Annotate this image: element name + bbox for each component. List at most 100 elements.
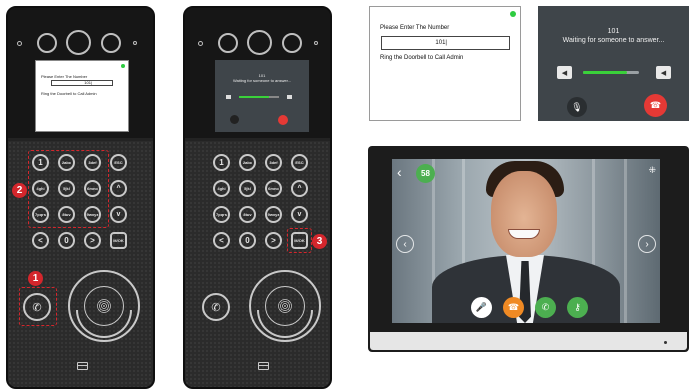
key-left[interactable]: < xyxy=(213,232,230,249)
entry-prompt: Please Enter The Number xyxy=(380,25,450,31)
keypad-highlight xyxy=(28,150,109,228)
mic-off-icon: 🎙 xyxy=(571,101,583,112)
video-feed: ‹ 58 ⁜ ‹ › 🎤 ☎ ✆ ⚷ xyxy=(392,159,660,323)
number-input[interactable]: 101| xyxy=(51,80,113,86)
call-number: 101 xyxy=(607,28,620,35)
key-6[interactable]: 6mno xyxy=(265,180,282,197)
call-status: Waiting for someone to answer... xyxy=(562,37,665,44)
hangup-button[interactable] xyxy=(278,115,288,125)
next-camera-icon[interactable]: › xyxy=(638,235,656,253)
step-badge-1: 1 xyxy=(28,271,43,286)
mute-button[interactable]: 🎙 xyxy=(567,97,587,117)
step-badge-2: 2 xyxy=(12,183,27,198)
key-3[interactable]: 3def xyxy=(265,154,282,171)
unlock-key-icon: ⚷ xyxy=(574,302,581,312)
camera-lens xyxy=(101,33,121,53)
mute-button[interactable]: 🎤 xyxy=(471,297,492,318)
volume-up-icon[interactable]: ◀ xyxy=(656,66,671,79)
number-input[interactable]: 101| xyxy=(381,36,510,50)
key-down[interactable]: v xyxy=(291,206,308,223)
device-top-panel: Please Enter The Number 101| Ring the Do… xyxy=(8,8,153,138)
entry-hint: Ring the Doorbell to Call Admin xyxy=(380,55,464,61)
device-top-panel: 101 Waiting for someone to answer... xyxy=(185,8,330,138)
fingerprint-icon xyxy=(97,299,111,313)
fingerprint-guide-arc xyxy=(76,310,132,338)
call-button[interactable]: ✆ xyxy=(202,293,230,321)
camera-lens xyxy=(282,33,302,53)
device-keypad-panel xyxy=(185,141,330,387)
visitor-face xyxy=(491,171,557,257)
camera-lens xyxy=(247,30,272,55)
speaker-icon xyxy=(226,95,231,99)
camera-lens xyxy=(218,33,238,53)
key-left[interactable]: < xyxy=(32,232,49,249)
step-badge-3: 3 xyxy=(312,234,327,249)
status-dot xyxy=(121,64,125,68)
key-1[interactable]: 1 xyxy=(213,154,230,171)
volume-track[interactable] xyxy=(239,96,279,98)
key-esc[interactable]: ESC xyxy=(110,154,127,171)
screen-prompt: Please Enter The Number xyxy=(41,74,88,79)
call-counter: 58 xyxy=(416,164,435,183)
phone-icon: ✆ xyxy=(211,301,221,314)
card-reader-icon xyxy=(77,362,88,370)
fingerprint-sensor[interactable] xyxy=(249,270,321,342)
key-9[interactable]: 9wxyz xyxy=(265,206,282,223)
camera-lens xyxy=(37,33,57,53)
key-0[interactable]: 0 xyxy=(58,232,75,249)
visitor-smile xyxy=(508,229,540,239)
fingerprint-guide-arc xyxy=(257,310,313,338)
key-4[interactable]: 4ghi xyxy=(213,180,230,197)
key-0[interactable]: 0 xyxy=(239,232,256,249)
fingerprint-icon xyxy=(278,299,292,313)
call-status: Waiting for someone to answer... xyxy=(232,78,292,83)
sensor-dot xyxy=(133,41,137,45)
back-arrow-icon[interactable]: ‹ xyxy=(397,164,402,180)
background-window xyxy=(624,159,627,323)
indicator-led xyxy=(17,41,22,46)
enlarged-entry-screen: Please Enter The Number 101| Ring the Do… xyxy=(369,6,521,121)
access-device-left: Please Enter The Number 101| Ring the Do… xyxy=(6,6,155,389)
mute-icon: 🎤 xyxy=(475,302,488,312)
answer-button[interactable]: ✆ xyxy=(535,297,556,318)
hangup-button[interactable]: ☎ xyxy=(644,94,667,117)
key-down[interactable]: v xyxy=(110,206,127,223)
status-dot xyxy=(510,11,516,17)
key-7[interactable]: 7pqrs xyxy=(213,206,230,223)
mute-button[interactable] xyxy=(230,115,239,124)
screen-hint: Ring the Doorbell to Call Admin xyxy=(41,91,97,96)
volume-down-icon[interactable]: ◀ xyxy=(557,66,572,79)
enlarged-call-screen: 101 Waiting for someone to answer... 🎙 ☎ xyxy=(538,6,689,121)
grid-view-icon[interactable]: ⁜ xyxy=(648,165,656,176)
access-device-right: 101 Waiting for someone to answer... 1 2… xyxy=(183,6,332,389)
key-8[interactable]: 8tuv xyxy=(239,206,256,223)
previous-camera-icon[interactable]: ‹ xyxy=(396,235,414,253)
call-button-highlight xyxy=(19,287,57,326)
key-2[interactable]: 2abc xyxy=(239,154,256,171)
key-5[interactable]: 5jkl xyxy=(239,180,256,197)
menu-ok-highlight xyxy=(287,228,312,253)
key-right[interactable]: > xyxy=(84,232,101,249)
volume-fill xyxy=(583,71,627,74)
unlock-button[interactable]: ⚷ xyxy=(567,297,588,318)
key-esc[interactable]: ESC xyxy=(291,154,308,171)
monitor-bezel-bottom xyxy=(370,332,687,350)
hangup-icon: ☎ xyxy=(649,100,662,110)
speaker-icon xyxy=(287,95,292,99)
fingerprint-sensor[interactable] xyxy=(68,270,140,342)
volume-slider[interactable] xyxy=(583,71,639,74)
camera-lens xyxy=(66,30,91,55)
sensor-dot xyxy=(314,41,318,45)
device-screen-entry: Please Enter The Number 101| Ring the Do… xyxy=(35,60,129,132)
card-reader-icon xyxy=(258,362,269,370)
power-indicator xyxy=(664,341,667,344)
answer-icon: ✆ xyxy=(541,302,550,312)
device-screen-calling: 101 Waiting for someone to answer... xyxy=(215,60,309,132)
key-menu-ok[interactable]: M/OK xyxy=(110,232,127,249)
key-right[interactable]: > xyxy=(265,232,282,249)
hangup-button[interactable]: ☎ xyxy=(503,297,524,318)
key-up[interactable]: ^ xyxy=(291,180,308,197)
hangup-icon: ☎ xyxy=(507,302,520,312)
indoor-monitor: ‹ 58 ⁜ ‹ › 🎤 ☎ ✆ ⚷ xyxy=(368,146,689,352)
key-up[interactable]: ^ xyxy=(110,180,127,197)
